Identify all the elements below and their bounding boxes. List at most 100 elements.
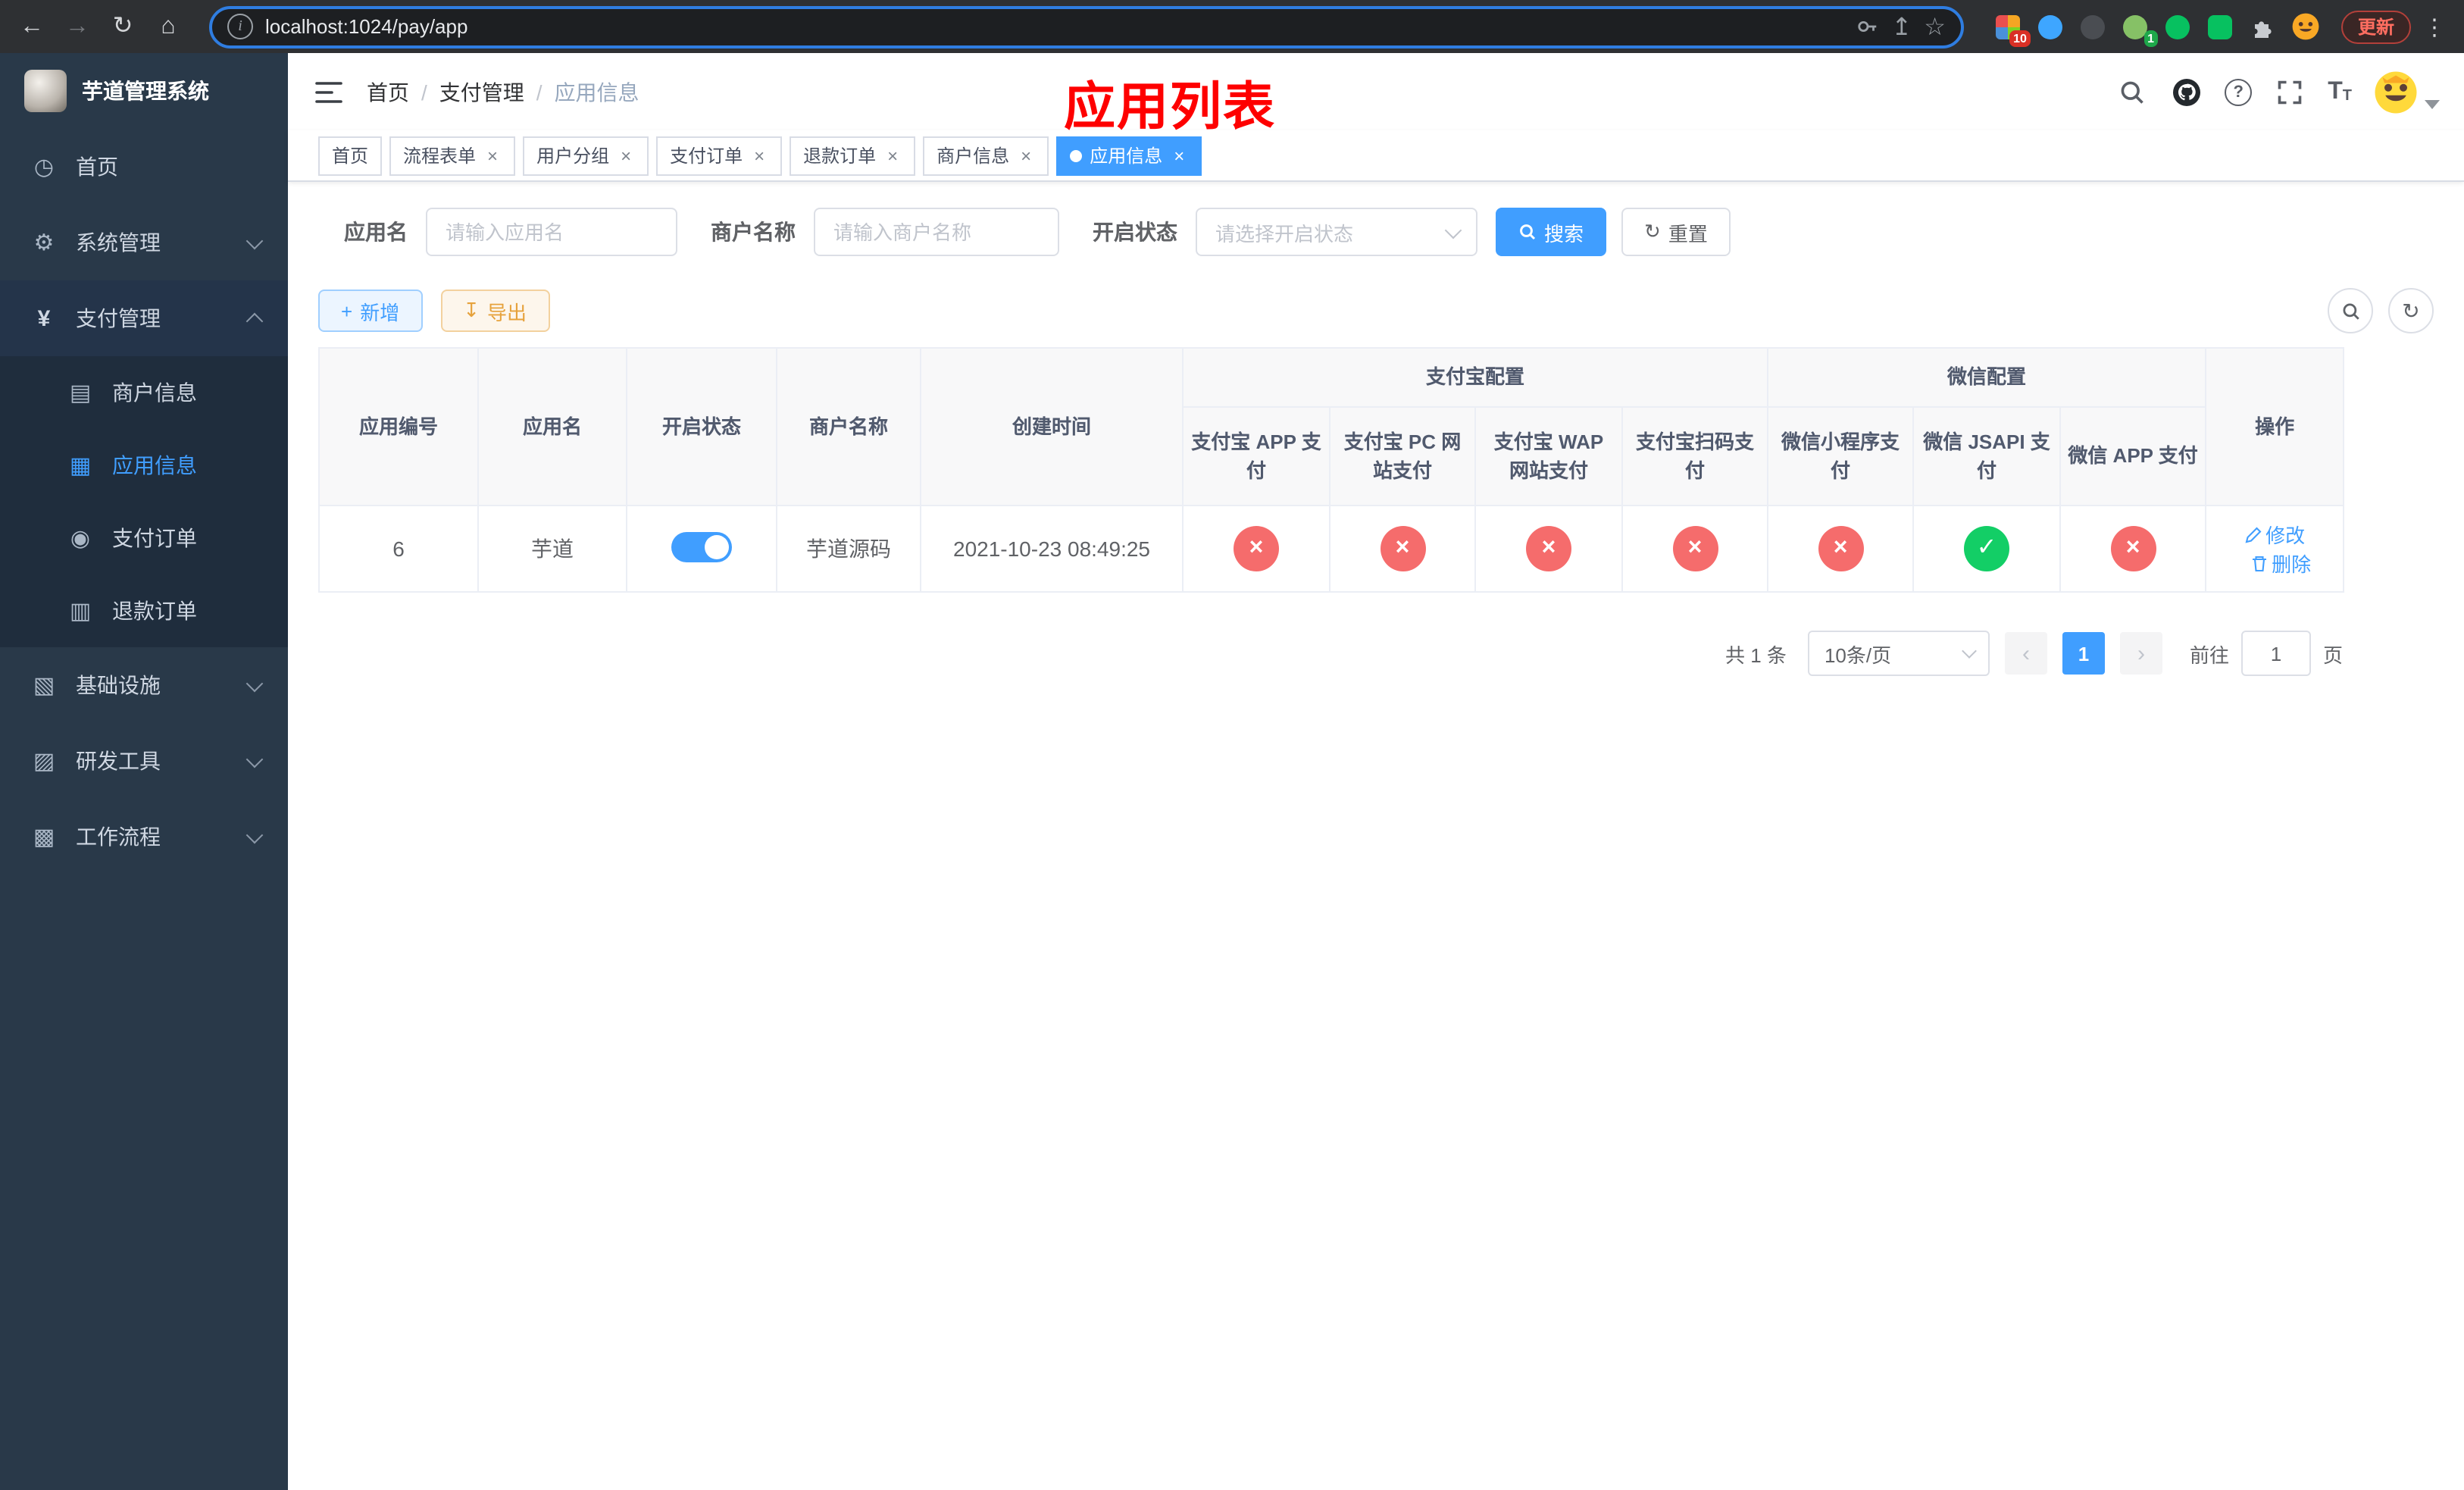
extension-avatar-icon[interactable]: 1 — [2122, 12, 2158, 47]
gear-icon: ⚙ — [33, 230, 55, 256]
sidebar-item-infrastructure[interactable]: ▧ 基础设施 — [0, 647, 288, 723]
user-avatar-dropdown[interactable] — [2373, 69, 2440, 114]
tab-home[interactable]: 首页 — [318, 136, 383, 175]
wx-mini-status-icon: × — [1818, 526, 1864, 571]
table-toolbar: + 新增 ↧ 导出 ↻ — [318, 288, 2434, 333]
sidebar-item-label: 工作流程 — [76, 825, 161, 849]
extension-drop-icon[interactable] — [2037, 12, 2065, 41]
browser-forward-button[interactable]: → — [58, 7, 97, 46]
github-icon[interactable] — [2170, 75, 2203, 108]
column-header-merchant: 商户名称 — [776, 347, 921, 506]
toggle-search-icon[interactable] — [2328, 288, 2373, 333]
prev-page-button[interactable]: ‹ — [2004, 632, 2047, 675]
font-size-icon[interactable]: TT — [2328, 79, 2352, 104]
breadcrumb-separator: / — [421, 80, 427, 104]
close-icon[interactable]: × — [483, 145, 502, 166]
help-icon[interactable]: ? — [2225, 78, 2253, 105]
tab-pay-orders[interactable]: 支付订单 × — [656, 136, 783, 175]
reset-button[interactable]: ↻ 重置 — [1621, 208, 1731, 256]
column-header-created: 创建时间 — [920, 347, 1184, 506]
column-header-alipay-wap: 支付宝 WAP 网站支付 — [1474, 406, 1623, 506]
user-avatar — [2373, 69, 2419, 114]
page-size-select[interactable]: 10条/页 — [1807, 631, 1990, 676]
close-icon[interactable]: × — [1017, 145, 1035, 166]
pagination-goto: 前往 页 — [2190, 631, 2343, 676]
browser-home-button[interactable]: ⌂ — [149, 7, 188, 46]
browser-reload-button[interactable]: ↻ — [103, 7, 142, 46]
tab-user-group[interactable]: 用户分组 × — [523, 136, 649, 175]
pagination: 共 1 条 10条/页 ‹ 1 › 前往 页 — [318, 631, 2343, 676]
browser-back-button[interactable]: ← — [12, 7, 52, 46]
app-table: 应用编号 应用名 开启状态 商户名称 创建时间 支付宝配置 微信配置 操作 支付… — [318, 347, 2345, 593]
main-area: 应用列表 首页 / 支付管理 / 应用信息 ? T T 首页 流程表单 × 用户… — [288, 53, 2464, 1490]
app-name-input[interactable] — [426, 208, 677, 256]
alipay-pc-status-icon: × — [1380, 526, 1425, 571]
extension-grid-icon[interactable]: 10 — [1994, 12, 2031, 47]
edit-link[interactable]: 修改 — [2244, 520, 2305, 549]
page-number-1[interactable]: 1 — [2062, 632, 2105, 675]
sidebar: 芋道管理系统 ◷ 首页 ⚙ 系统管理 ¥ 支付管理 ▤ 商户信息 ▦ 应用信息 … — [0, 53, 288, 1490]
bookmark-star-icon[interactable]: ☆ — [1924, 11, 1946, 42]
sidebar-item-app-info[interactable]: ▦ 应用信息 — [0, 429, 288, 502]
merchant-name-input[interactable] — [814, 208, 1059, 256]
sidebar-item-system[interactable]: ⚙ 系统管理 — [0, 205, 288, 280]
sidebar-item-workflow[interactable]: ▩ 工作流程 — [0, 799, 288, 875]
goto-page-input[interactable] — [2240, 631, 2311, 676]
extension-green-square-icon[interactable] — [2206, 12, 2235, 41]
status-select[interactable]: 请选择开启状态 — [1196, 208, 1477, 256]
cell-actions: 修改 删除 — [2205, 505, 2345, 593]
sidebar-item-payment[interactable]: ¥ 支付管理 — [0, 280, 288, 356]
sidebar-toggle-icon[interactable] — [303, 66, 355, 117]
url-text[interactable]: localhost:1024/pay/app — [265, 15, 1844, 38]
share-icon[interactable]: ↥ — [1891, 11, 1912, 42]
breadcrumb-payment[interactable]: 支付管理 — [439, 77, 524, 107]
tab-app-info[interactable]: 应用信息 × — [1056, 136, 1202, 175]
sidebar-item-devtools[interactable]: ▨ 研发工具 — [0, 723, 288, 799]
tab-merchant-info[interactable]: 商户信息 × — [923, 136, 1049, 175]
fullscreen-icon[interactable] — [2273, 75, 2306, 108]
extensions-tray: 10 1 — [1994, 12, 2320, 47]
alipay-app-status-icon: × — [1234, 526, 1279, 571]
breadcrumb-home[interactable]: 首页 — [367, 77, 409, 107]
add-button[interactable]: + 新增 — [318, 290, 423, 332]
browser-menu-icon[interactable]: ⋮ — [2417, 13, 2452, 40]
chevron-down-icon — [2425, 99, 2440, 108]
site-info-icon[interactable]: i — [227, 14, 253, 39]
tab-refund-orders[interactable]: 退款订单 × — [790, 136, 916, 175]
status-toggle[interactable] — [671, 531, 732, 562]
breadcrumb-current: 应用信息 — [554, 80, 639, 104]
sidebar-item-merchant-info[interactable]: ▤ 商户信息 — [0, 356, 288, 429]
browser-profile-avatar[interactable] — [2291, 12, 2320, 41]
merchant-name-label: 商户名称 — [711, 220, 796, 244]
tab-process-form[interactable]: 流程表单 × — [389, 136, 516, 175]
refresh-icon[interactable]: ↻ — [2388, 288, 2434, 333]
sidebar-item-refund-orders[interactable]: ▥ 退款订单 — [0, 574, 288, 647]
browser-update-button[interactable]: 更新 — [2340, 10, 2411, 43]
cell-app-id: 6 — [318, 505, 479, 593]
search-button[interactable]: 搜索 — [1496, 208, 1607, 256]
close-icon[interactable]: × — [617, 145, 635, 166]
cell-merchant: 芋道源码 — [776, 505, 921, 593]
chevron-up-icon — [245, 312, 264, 330]
close-icon[interactable]: × — [750, 145, 768, 166]
password-key-icon[interactable] — [1856, 15, 1879, 38]
column-header-actions: 操作 — [2205, 347, 2345, 506]
extensions-puzzle-icon[interactable] — [2249, 12, 2278, 41]
extension-dark-icon[interactable] — [2079, 12, 2108, 41]
column-header-status: 开启状态 — [626, 347, 777, 506]
tags-view-bar: 首页 流程表单 × 用户分组 × 支付订单 × 退款订单 × 商户信息 × 应用… — [288, 130, 2464, 182]
close-icon[interactable]: × — [883, 145, 902, 166]
search-icon[interactable] — [2115, 75, 2149, 108]
extension-wechat-icon[interactable] — [2164, 12, 2193, 41]
breadcrumb: 首页 / 支付管理 / 应用信息 — [367, 77, 639, 107]
sidebar-item-pay-orders[interactable]: ◉ 支付订单 — [0, 502, 288, 574]
export-button[interactable]: ↧ 导出 — [440, 290, 550, 332]
browser-toolbar: ← → ↻ ⌂ i localhost:1024/pay/app ↥ ☆ 10 … — [0, 0, 2464, 53]
close-icon[interactable]: × — [1170, 145, 1188, 166]
order-icon: ◉ — [70, 526, 91, 552]
delete-link[interactable]: 删除 — [2250, 549, 2311, 578]
address-bar[interactable]: i localhost:1024/pay/app ↥ ☆ — [209, 5, 1964, 48]
refund-doc-icon: ▥ — [69, 599, 92, 624]
sidebar-item-home[interactable]: ◷ 首页 — [0, 129, 288, 205]
next-page-button[interactable]: › — [2119, 632, 2162, 675]
